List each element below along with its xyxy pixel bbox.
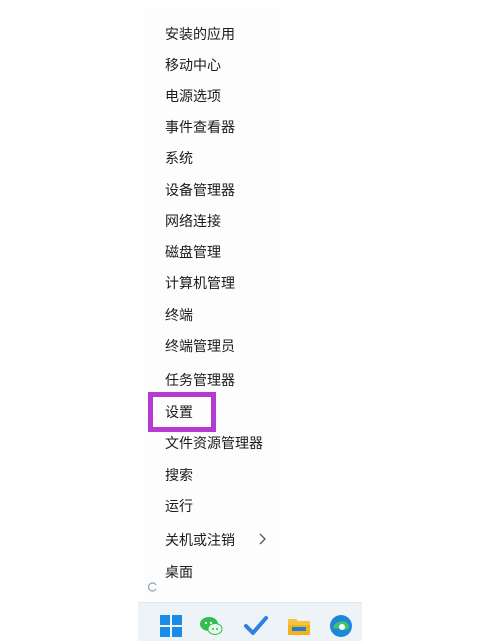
- menu-item-system[interactable]: 系统: [165, 146, 193, 172]
- menu-item-network-connections[interactable]: 网络连接: [165, 209, 221, 235]
- menu-item-terminal[interactable]: 终端: [165, 303, 193, 329]
- menu-item-search[interactable]: 搜索: [165, 463, 193, 489]
- wechat-icon[interactable]: [198, 613, 224, 639]
- settings-highlight-box: [148, 392, 216, 432]
- menu-item-event-viewer[interactable]: 事件查看器: [165, 115, 235, 141]
- menu-item-device-manager[interactable]: 设备管理器: [165, 178, 235, 204]
- chevron-right-icon: [257, 532, 267, 546]
- menu-item-shutdown-signout[interactable]: 关机或注销: [165, 528, 235, 554]
- menu-item-terminal-admin[interactable]: 终端管理员: [165, 334, 235, 360]
- menu-item-computer-management[interactable]: 计算机管理: [165, 271, 235, 297]
- menu-item-run[interactable]: 运行: [165, 494, 193, 520]
- screen: 安装的应用 移动中心 电源选项 事件查看器 系统 设备管理器 网络连接 磁盘管理…: [0, 0, 500, 641]
- menu-item-disk-management[interactable]: 磁盘管理: [165, 240, 221, 266]
- windows-start-icon[interactable]: [158, 613, 184, 639]
- refresh-icon: [148, 582, 158, 592]
- menu-item-task-manager[interactable]: 任务管理器: [165, 368, 235, 394]
- todo-check-icon[interactable]: [243, 613, 269, 639]
- menu-item-mobility-center[interactable]: 移动中心: [165, 53, 221, 79]
- menu-item-desktop[interactable]: 桌面: [165, 560, 193, 586]
- taskbar: [138, 602, 362, 641]
- file-explorer-icon[interactable]: [286, 613, 312, 639]
- menu-item-file-explorer[interactable]: 文件资源管理器: [165, 431, 263, 457]
- edge-browser-icon[interactable]: [328, 613, 354, 639]
- menu-item-installed-apps[interactable]: 安装的应用: [165, 22, 235, 48]
- menu-item-power-options[interactable]: 电源选项: [165, 84, 221, 110]
